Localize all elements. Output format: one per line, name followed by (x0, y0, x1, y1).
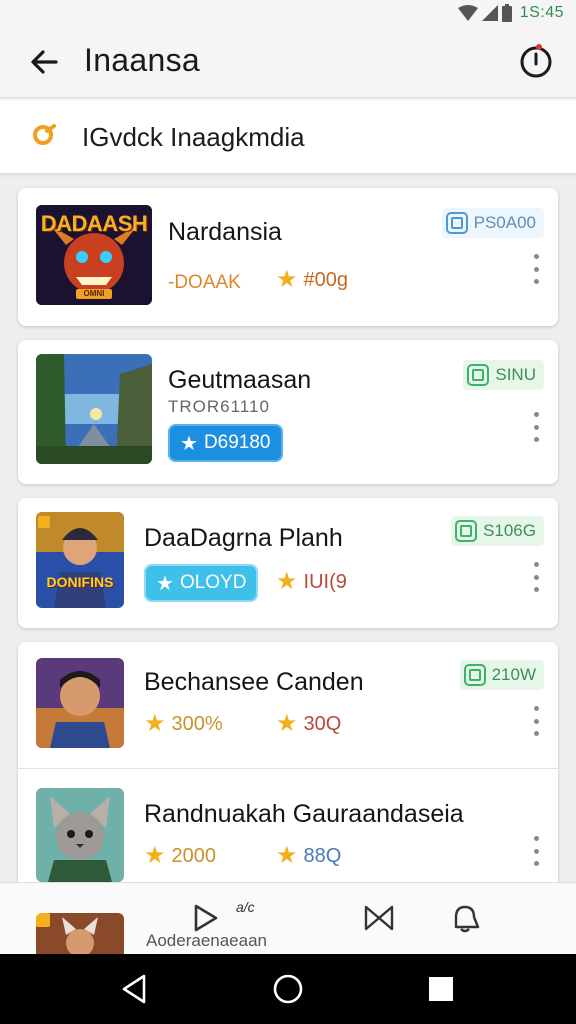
status-badge: PS0A00 (441, 208, 544, 238)
jungle-art-icon (36, 354, 152, 464)
thumbnail-text: DADAASH (40, 211, 148, 236)
now-playing-thumbnail[interactable] (36, 913, 124, 955)
search-input-text[interactable]: IGvdck Inaagkmdia (82, 122, 305, 153)
rating-value: 2000 (171, 844, 217, 867)
star-icon: ★ (276, 842, 298, 869)
game-thumbnail: DADAASH OMNI (36, 205, 152, 305)
timer-icon[interactable] (518, 43, 554, 79)
rating-secondary: ★ 88Q (276, 844, 341, 868)
play-badge: a/c (236, 899, 255, 915)
back-arrow-icon[interactable] (26, 44, 62, 80)
rating-primary: ★ 2000 (144, 844, 216, 868)
thumbnail-text: DONIFINS (46, 574, 114, 590)
badge-label: 210W (491, 665, 536, 684)
status-badge: 210W (459, 660, 544, 690)
rating-primary: ★ 300% (144, 712, 223, 736)
divider (18, 768, 558, 769)
rating-value: #00g (303, 268, 349, 291)
rating: ★ #00g (276, 268, 348, 292)
thumbnail-subtext: OMNI (83, 289, 105, 298)
game-title: Randnuakah Gauraandaseia (144, 800, 464, 828)
page-title: Inaansa (84, 42, 200, 78)
badge-label: S106G (483, 521, 536, 540)
signal-icon (481, 5, 498, 21)
cat-art-icon (36, 788, 124, 882)
rating: ★ IUI(9 (276, 570, 347, 594)
game-thumbnail (36, 788, 124, 882)
status-bar: 1S:45 (0, 0, 576, 26)
price-button[interactable]: ★ D69180 (168, 424, 283, 462)
rating-value: IUI(9 (303, 570, 347, 593)
rating-value: 88Q (303, 844, 342, 867)
rating-value: 30Q (303, 712, 342, 735)
wifi-icon (457, 5, 478, 21)
system-nav-bar (0, 954, 576, 1024)
kebab-icon[interactable] (532, 706, 540, 736)
game-thumbnail: DONIFINS (36, 512, 124, 608)
status-time: 1S:45 (519, 4, 564, 21)
rating-secondary: ★ 30Q (276, 712, 341, 736)
status-icons: 1S:45 (457, 4, 564, 22)
price-label: D69180 (203, 432, 271, 453)
game-subtitle: TROR61110 (168, 397, 270, 416)
game-card-3[interactable]: DONIFINS DaaDagrna Planh ★ OLOYD ★ IUI(9… (18, 498, 558, 628)
bowtie-icon[interactable] (362, 901, 396, 935)
price-label: OLOYD (179, 572, 247, 593)
kebab-icon[interactable] (532, 562, 540, 592)
badge-icon (445, 212, 468, 234)
app-bar: Inaansa (0, 26, 576, 98)
mini-art-icon (36, 913, 124, 955)
game-thumbnail (36, 354, 152, 464)
badge-icon (463, 664, 486, 686)
bottom-player-bar: a/c Aoderaenaeaan (0, 882, 576, 955)
game-title: Nardansia (168, 218, 282, 246)
game-title: Bechansee Canden (144, 668, 364, 696)
search-icon (33, 124, 56, 145)
kebab-icon[interactable] (532, 254, 540, 284)
battery-icon (501, 4, 512, 22)
nav-back-icon[interactable] (118, 972, 152, 1006)
star-icon: ★ (276, 568, 298, 595)
game-meta: -DOAAK (168, 272, 241, 293)
badge-label: SINU (495, 365, 536, 384)
rating-value: 300% (171, 712, 223, 735)
game-title: DaaDagrna Planh (144, 524, 343, 552)
status-badge: SINU (463, 360, 544, 390)
now-playing-label: Aoderaenaeaan (146, 931, 268, 950)
star-icon: ★ (276, 266, 298, 293)
play-icon[interactable] (188, 901, 222, 935)
badge-label: PS0A00 (473, 213, 536, 232)
star-icon: ★ (156, 572, 174, 595)
nav-recents-icon[interactable] (424, 972, 458, 1006)
character-art-icon (36, 512, 124, 608)
star-icon: ★ (276, 710, 298, 737)
bell-icon[interactable] (448, 901, 482, 935)
game-card-4[interactable]: Bechansee Canden ★ 300% ★ 30Q 210W (18, 642, 558, 768)
search-bar[interactable]: IGvdck Inaagkmdia (0, 100, 576, 174)
game-title: Geutmaasan (168, 366, 312, 394)
badge-icon (455, 520, 478, 542)
kebab-icon[interactable] (532, 836, 540, 866)
status-badge: S106G (451, 516, 544, 546)
game-thumbnail (36, 658, 124, 748)
price-button[interactable]: ★ OLOYD (144, 564, 259, 602)
star-icon: ★ (144, 842, 166, 869)
star-icon: ★ (144, 710, 166, 737)
nav-home-icon[interactable] (271, 972, 305, 1006)
game-card-2[interactable]: Geutmaasan TROR61110 ★ D69180 SINU (18, 340, 558, 484)
badge-icon (467, 364, 490, 386)
kebab-icon[interactable] (532, 412, 540, 442)
game-card-5[interactable]: Randnuakah Gauraandaseia ★ 2000 ★ 88Q (18, 770, 558, 882)
portrait-art-icon (36, 658, 124, 748)
game-card-1[interactable]: DADAASH OMNI Nardansia -DOAAK ★ #00g PS0… (18, 188, 558, 326)
star-icon: ★ (180, 432, 198, 455)
